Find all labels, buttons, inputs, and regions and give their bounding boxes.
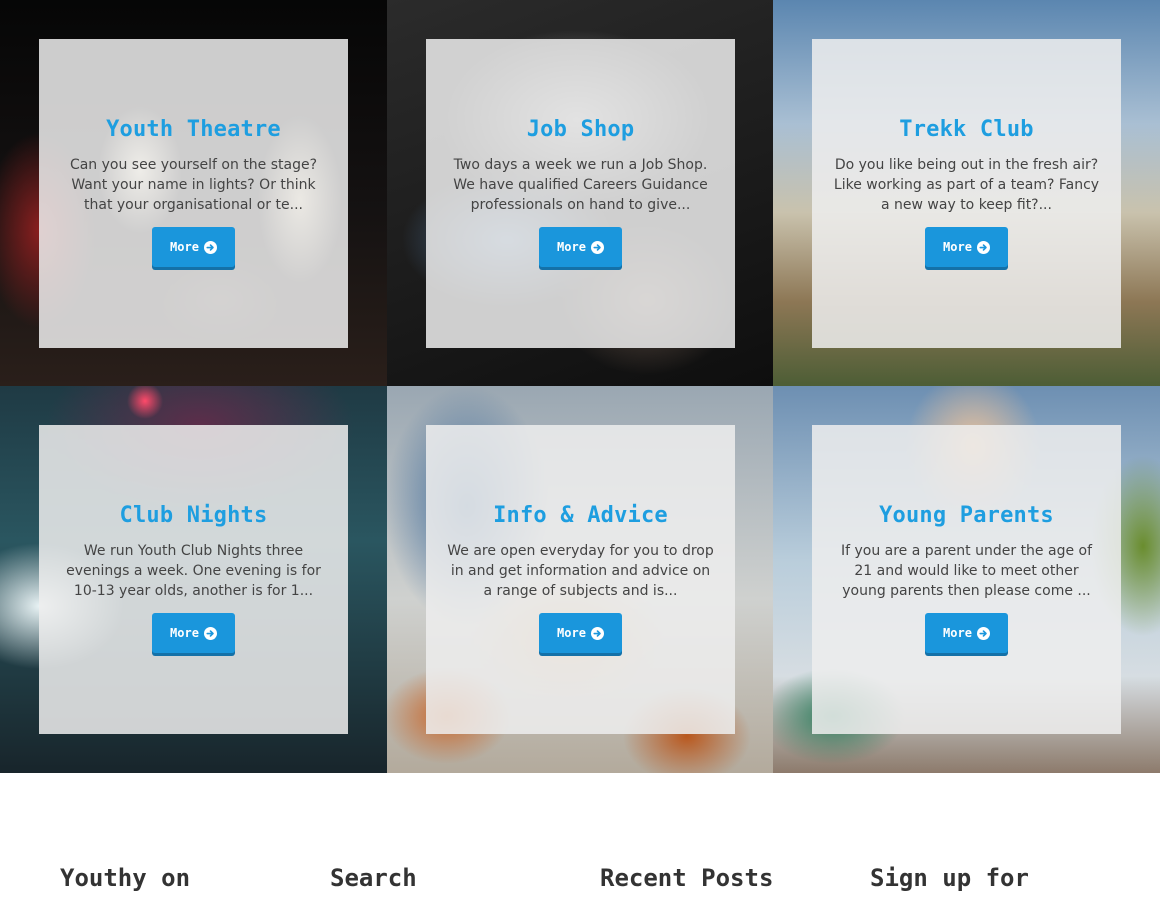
- arrow-circle-right-icon: [203, 240, 217, 254]
- arrow-circle-right-icon: [976, 626, 990, 640]
- more-button-label: More: [170, 240, 199, 254]
- service-card: Club Nights We run Youth Club Nights thr…: [39, 425, 348, 734]
- card-title: Youth Theatre: [106, 117, 281, 142]
- tile-trekk-club: Trekk Club Do you like being out in the …: [773, 0, 1160, 387]
- tile-club-nights: Club Nights We run Youth Club Nights thr…: [0, 386, 387, 773]
- footer-heading-recent-posts: Recent Posts: [600, 864, 774, 892]
- service-card: Trekk Club Do you like being out in the …: [812, 39, 1121, 348]
- more-button[interactable]: More: [152, 227, 235, 267]
- more-button-label: More: [943, 626, 972, 640]
- card-excerpt: We run Youth Club Nights three evenings …: [66, 543, 321, 599]
- more-button-label: More: [557, 626, 586, 640]
- card-title: Info & Advice: [493, 503, 668, 528]
- services-grid: Youth Theatre Can you see yourself on th…: [0, 0, 1160, 773]
- service-card: Job Shop Two days a week we run a Job Sh…: [426, 39, 735, 348]
- more-button-label: More: [170, 626, 199, 640]
- footer: Youthy on Search Recent Posts Sign up fo…: [0, 773, 1160, 900]
- more-button-label: More: [557, 240, 586, 254]
- more-button[interactable]: More: [539, 613, 622, 653]
- footer-heading-social: Youthy on: [60, 864, 191, 892]
- arrow-circle-right-icon: [590, 240, 604, 254]
- service-card: Youth Theatre Can you see yourself on th…: [39, 39, 348, 348]
- footer-heading-search: Search: [330, 864, 417, 892]
- more-button[interactable]: More: [152, 613, 235, 653]
- card-excerpt: Two days a week we run a Job Shop. We ha…: [453, 157, 708, 213]
- arrow-circle-right-icon: [976, 240, 990, 254]
- more-button[interactable]: More: [539, 227, 622, 267]
- card-excerpt: Can you see yourself on the stage? Want …: [69, 157, 318, 213]
- card-title: Trekk Club: [899, 117, 1034, 142]
- arrow-circle-right-icon: [590, 626, 604, 640]
- more-button[interactable]: More: [925, 227, 1008, 267]
- card-title: Young Parents: [879, 503, 1054, 528]
- more-button-label: More: [943, 240, 972, 254]
- arrow-circle-right-icon: [203, 626, 217, 640]
- service-card: Info & Advice We are open everyday for y…: [426, 425, 735, 734]
- card-excerpt: Do you like being out in the fresh air? …: [833, 157, 1100, 213]
- footer-heading-signup: Sign up for: [870, 864, 1029, 892]
- tile-young-parents: Young Parents If you are a parent under …: [773, 386, 1160, 773]
- tile-job-shop: Job Shop Two days a week we run a Job Sh…: [387, 0, 774, 387]
- card-excerpt: If you are a parent under the age of 21 …: [840, 543, 1093, 599]
- card-excerpt: We are open everyday for you to drop in …: [447, 543, 714, 599]
- card-title: Job Shop: [526, 117, 635, 142]
- card-title: Club Nights: [119, 503, 268, 528]
- more-button[interactable]: More: [925, 613, 1008, 653]
- service-card: Young Parents If you are a parent under …: [812, 425, 1121, 734]
- tile-youth-theatre: Youth Theatre Can you see yourself on th…: [0, 0, 387, 387]
- tile-info-advice: Info & Advice We are open everyday for y…: [387, 386, 774, 773]
